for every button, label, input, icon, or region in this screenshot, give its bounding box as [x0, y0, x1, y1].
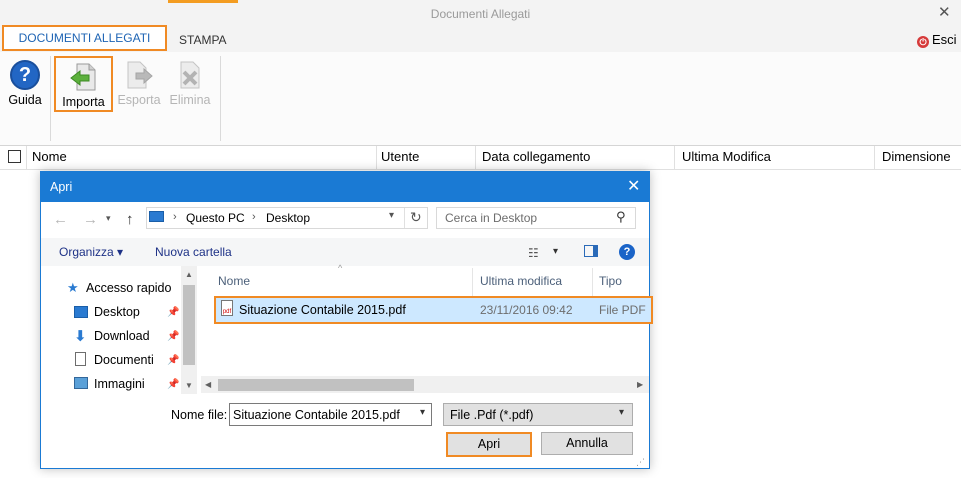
dialog-close-icon[interactable]: ✕	[627, 176, 640, 196]
elimina-button[interactable]: Elimina	[167, 56, 213, 107]
ribbon-separator	[50, 56, 51, 141]
new-folder-button[interactable]: Nuova cartella	[155, 245, 232, 259]
desktop-icon	[74, 306, 88, 318]
star-icon: ★	[67, 280, 79, 295]
pictures-icon	[74, 377, 88, 389]
esporta-label: Esporta	[117, 93, 161, 107]
computer-icon	[149, 211, 164, 222]
app-close-icon[interactable]: ✕	[938, 3, 951, 21]
recent-locations-chevron-icon[interactable]: ▾	[106, 213, 111, 224]
list-header-nome[interactable]: Nome	[218, 274, 250, 288]
column-header-ultima-modifica[interactable]: Ultima Modifica	[682, 149, 771, 164]
app-title: Documenti Allegati	[430, 7, 531, 21]
column-separator	[674, 146, 675, 169]
cancel-button[interactable]: Annulla	[541, 432, 633, 455]
filename-value[interactable]: Situazione Contabile 2015.pdf	[233, 408, 400, 422]
column-header-utente[interactable]: Utente	[381, 149, 419, 164]
organize-button[interactable]: Organizza ▾	[59, 245, 123, 259]
breadcrumb-desktop[interactable]: Desktop	[266, 211, 310, 225]
power-icon: ⏻	[917, 36, 929, 48]
importa-label: Importa	[62, 95, 105, 109]
nav-item-download[interactable]: Download	[94, 329, 150, 343]
pin-icon: 📌	[167, 355, 180, 366]
file-type: File PDF	[599, 303, 646, 317]
column-header-nome[interactable]: Nome	[32, 149, 67, 164]
scroll-right-arrow-icon[interactable]: ▶	[637, 380, 643, 389]
pin-icon: 📌	[167, 331, 180, 342]
scrollbar-thumb[interactable]	[218, 379, 414, 391]
address-separator	[404, 208, 405, 228]
column-separator	[26, 146, 27, 169]
tab-documenti-allegati[interactable]: DOCUMENTI ALLEGATI	[2, 25, 167, 51]
list-header-tipo[interactable]: Tipo	[599, 274, 622, 288]
sort-ascending-icon: ^	[338, 263, 343, 273]
back-arrow-icon[interactable]: ←	[53, 211, 68, 228]
import-icon	[69, 63, 95, 91]
nav-item-desktop[interactable]: Desktop	[94, 305, 140, 319]
delete-icon	[180, 61, 200, 89]
column-separator	[874, 146, 875, 169]
guida-button[interactable]: ? Guida	[4, 56, 46, 107]
scroll-up-arrow-icon[interactable]: ▲	[185, 270, 193, 279]
breadcrumb-chevron-icon[interactable]: ›	[252, 211, 256, 223]
help-icon: ?	[10, 60, 40, 90]
documents-icon	[75, 352, 86, 366]
help-icon[interactable]: ?	[619, 244, 635, 260]
esporta-button[interactable]: Esporta	[114, 56, 164, 107]
tab-stampa[interactable]: STAMPA	[179, 33, 227, 47]
pin-icon: 📌	[167, 379, 180, 390]
grid-header	[0, 146, 961, 170]
pin-icon: 📌	[167, 307, 180, 318]
preview-pane-icon[interactable]	[584, 245, 598, 257]
download-icon: ⬇	[74, 328, 87, 345]
filename-dropdown-icon[interactable]: ▾	[420, 407, 425, 418]
resize-grip-icon[interactable]: ⋰	[636, 457, 645, 468]
up-arrow-icon[interactable]: ↑	[126, 211, 134, 228]
search-icon[interactable]: ⚲	[616, 209, 626, 225]
scroll-left-arrow-icon[interactable]: ◀	[205, 380, 211, 389]
filename-label: Nome file:	[171, 408, 228, 422]
nav-item-documenti[interactable]: Documenti	[94, 353, 154, 367]
chevron-down-icon[interactable]: ▾	[619, 407, 624, 418]
nav-item-accesso-rapido[interactable]: Accesso rapido	[86, 281, 171, 295]
title-accent-bar	[168, 0, 238, 3]
dialog-title: Apri	[50, 180, 73, 194]
column-separator	[475, 146, 476, 169]
column-header-data-collegamento[interactable]: Data collegamento	[482, 149, 590, 164]
breadcrumb-questo-pc[interactable]: Questo PC	[186, 211, 245, 225]
file-modified-date: 23/11/2016 09:42	[480, 303, 573, 317]
exit-label: Esci	[932, 32, 957, 47]
refresh-icon[interactable]: ↻	[410, 209, 422, 226]
select-all-checkbox[interactable]	[8, 150, 21, 163]
view-dropdown-icon[interactable]: ▾	[553, 246, 558, 257]
guida-label: Guida	[8, 93, 42, 107]
dialog-titlebar	[41, 172, 649, 202]
column-separator	[376, 146, 377, 169]
open-button[interactable]: Apri	[446, 432, 532, 457]
view-options-icon[interactable]: ☷	[528, 246, 539, 260]
file-name[interactable]: Situazione Contabile 2015.pdf	[239, 303, 406, 317]
column-separator	[472, 268, 473, 296]
list-header-ultima-modifica[interactable]: Ultima modifica	[480, 274, 562, 288]
nav-item-immagini[interactable]: Immagini	[94, 377, 145, 391]
breadcrumb-chevron-icon[interactable]: ›	[173, 211, 177, 223]
address-dropdown-icon[interactable]: ▾	[389, 210, 394, 221]
file-type-filter-value[interactable]: File .Pdf (*.pdf)	[450, 408, 533, 422]
scrollbar-thumb[interactable]	[183, 285, 195, 365]
export-icon	[127, 61, 153, 89]
forward-arrow-icon[interactable]: →	[83, 211, 98, 228]
column-header-dimensione[interactable]: Dimensione	[882, 149, 951, 164]
importa-button[interactable]: Importa	[54, 56, 113, 112]
pdf-file-icon: pdf	[221, 300, 233, 316]
ribbon-separator	[220, 56, 221, 141]
column-separator	[592, 268, 593, 296]
elimina-label: Elimina	[169, 93, 211, 107]
scroll-down-arrow-icon[interactable]: ▼	[185, 381, 193, 390]
exit-button[interactable]: ⏻ Esci	[917, 32, 957, 48]
search-placeholder: Cerca in Desktop	[445, 211, 538, 225]
